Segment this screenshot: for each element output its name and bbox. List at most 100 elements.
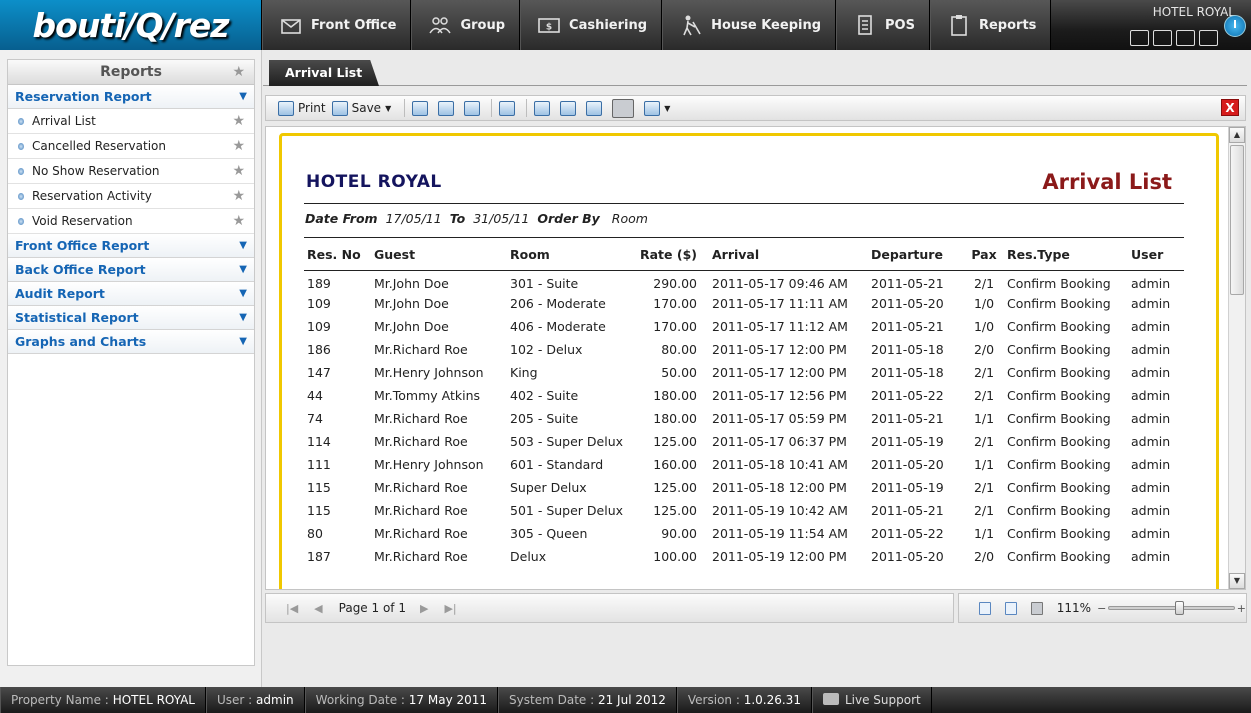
table-cell: 2/1 bbox=[973, 275, 995, 291]
table-cell: 115 bbox=[307, 480, 331, 495]
sidebar-item-cancelled-reservation[interactable]: Cancelled Reservation ★ bbox=[8, 134, 254, 159]
pos-icon bbox=[858, 15, 872, 35]
nav-reports[interactable]: Reports bbox=[929, 0, 1052, 50]
left-pane: Reports ★ Reservation Report ▼ Arrival Lis… bbox=[0, 50, 262, 687]
zoom-slider-knob[interactable] bbox=[1174, 601, 1184, 615]
view-single-icon[interactable] bbox=[534, 100, 551, 116]
table-cell: 2011-05-18 bbox=[871, 365, 944, 380]
table-cell: 44 bbox=[307, 388, 323, 403]
sidebar-item-label: Arrival List bbox=[32, 114, 96, 128]
table-cell: 109 bbox=[307, 319, 331, 334]
scroll-up-icon[interactable]: ▲ bbox=[1229, 127, 1245, 143]
nav-group[interactable]: Group bbox=[411, 0, 521, 50]
print-button[interactable]: Print bbox=[278, 100, 326, 116]
vertical-scrollbar[interactable]: ▲ ▼ bbox=[1228, 127, 1245, 589]
tab-arrival-list[interactable]: Arrival List bbox=[269, 60, 379, 86]
reports-title: Reports bbox=[100, 64, 162, 80]
table-cell: 2011-05-21 bbox=[871, 275, 944, 291]
star-icon[interactable]: ★ bbox=[232, 184, 245, 208]
zoom-level: 111% bbox=[1056, 601, 1092, 615]
column-header: Rate ($) bbox=[629, 240, 709, 271]
dashboard-icon[interactable] bbox=[1176, 30, 1195, 46]
table-cell: 111 bbox=[307, 457, 331, 472]
category-audit-report[interactable]: Audit Report ▼ bbox=[8, 282, 254, 306]
grid-icon[interactable] bbox=[1199, 30, 1218, 46]
export-icon[interactable] bbox=[560, 100, 577, 116]
next-page-icon[interactable]: ▶ bbox=[420, 602, 428, 615]
sidebar-item-void-reservation[interactable]: Void Reservation ★ bbox=[8, 209, 254, 234]
columns-icon[interactable] bbox=[464, 100, 481, 116]
cashiering-icon: $ bbox=[538, 18, 560, 33]
table-cell: 2011-05-18 12:00 PM bbox=[712, 480, 847, 495]
status-property-value: HOTEL ROYAL bbox=[112, 693, 195, 707]
chevron-down-icon: ▼ bbox=[239, 91, 247, 102]
table-cell: 102 - Delux bbox=[510, 342, 583, 357]
layout-icon[interactable] bbox=[612, 98, 635, 118]
live-support-link[interactable]: Live Support bbox=[811, 687, 932, 713]
table-cell: Mr.Richard Roe bbox=[374, 526, 468, 541]
category-graphs-and-charts[interactable]: Graphs and Charts ▼ bbox=[8, 330, 254, 354]
zoom-grid-icon[interactable] bbox=[644, 100, 661, 116]
status-property-label: Property Name : bbox=[11, 693, 109, 707]
table-cell: 501 - Super Delux bbox=[510, 503, 624, 518]
app-logo[interactable]: bouti/Q/rez bbox=[0, 0, 262, 50]
category-back-office-report[interactable]: Back Office Report ▼ bbox=[8, 258, 254, 282]
prev-page-icon[interactable]: ◀ bbox=[314, 602, 322, 615]
last-page-icon[interactable]: ▶| bbox=[444, 602, 456, 615]
toolbar-separator bbox=[526, 99, 528, 117]
table-cell: admin bbox=[1131, 526, 1171, 541]
page-setup-icon[interactable] bbox=[412, 100, 429, 116]
table-cell: 114 bbox=[307, 434, 331, 449]
zoom-slider[interactable] bbox=[1108, 601, 1235, 615]
reports-header: Reports ★ bbox=[8, 60, 254, 85]
sidebar-item-reservation-activity[interactable]: Reservation Activity ★ bbox=[8, 184, 254, 209]
power-icon[interactable] bbox=[1224, 15, 1246, 37]
nav-label: Cashiering bbox=[569, 17, 648, 33]
table-cell: Mr.Richard Roe bbox=[374, 434, 468, 449]
close-button[interactable]: X bbox=[1221, 99, 1239, 116]
nav-label: House Keeping bbox=[711, 17, 822, 33]
table-cell: 170.00 bbox=[653, 319, 697, 334]
table-cell: 50.00 bbox=[661, 365, 697, 380]
chevron-down-icon[interactable]: ▼ bbox=[664, 104, 670, 113]
star-icon[interactable]: ★ bbox=[232, 60, 245, 84]
table-cell: 290.00 bbox=[653, 275, 697, 291]
zoom-in-icon[interactable]: + bbox=[1237, 602, 1246, 615]
category-front-office-report[interactable]: Front Office Report ▼ bbox=[8, 234, 254, 258]
category-statistical-report[interactable]: Statistical Report ▼ bbox=[8, 306, 254, 330]
star-icon[interactable]: ★ bbox=[232, 134, 245, 158]
table-cell: 180.00 bbox=[653, 411, 697, 426]
eye-icon[interactable] bbox=[1153, 30, 1172, 46]
table-cell: 2011-05-19 11:54 AM bbox=[712, 526, 848, 541]
scroll-thumb[interactable] bbox=[1230, 145, 1244, 295]
page-width-icon[interactable] bbox=[1004, 601, 1017, 615]
pdf-icon[interactable] bbox=[586, 100, 603, 116]
nav-pos[interactable]: POS bbox=[836, 0, 930, 50]
nav-cashiering[interactable]: $ Cashiering bbox=[520, 0, 663, 50]
table-cell: Confirm Booking bbox=[1007, 526, 1111, 541]
category-reservation-report[interactable]: Reservation Report ▼ bbox=[8, 85, 254, 109]
find-icon[interactable] bbox=[499, 100, 516, 116]
zoom-out-icon[interactable]: − bbox=[1097, 602, 1106, 615]
single-page-icon[interactable] bbox=[979, 601, 991, 615]
star-icon[interactable]: ★ bbox=[232, 159, 245, 183]
multi-page-icon[interactable] bbox=[1030, 601, 1043, 615]
column-header: Res. No bbox=[304, 240, 371, 271]
sidebar-item-arrival-list[interactable]: Arrival List ★ bbox=[8, 109, 254, 134]
scroll-down-icon[interactable]: ▼ bbox=[1229, 573, 1245, 589]
table-cell: Delux bbox=[510, 549, 547, 564]
table-header-row: Res. No Guest Room Rate ($) Arrival Departure… bbox=[304, 240, 1184, 271]
save-button[interactable]: Save ▼ bbox=[331, 100, 391, 116]
table-cell: 2011-05-19 bbox=[871, 434, 944, 449]
sidebar-item-no-show-reservation[interactable]: No Show Reservation ★ bbox=[8, 159, 254, 184]
star-icon[interactable]: ★ bbox=[232, 209, 245, 233]
reports-icon bbox=[951, 15, 967, 36]
page-info: Page 1 of 1 bbox=[338, 601, 406, 615]
monitor-icon[interactable] bbox=[1130, 30, 1149, 46]
nav-front-office[interactable]: Front Office bbox=[262, 0, 412, 50]
star-icon[interactable]: ★ bbox=[232, 109, 245, 133]
first-page-icon[interactable]: |◀ bbox=[286, 602, 298, 615]
nav-house-keeping[interactable]: House Keeping bbox=[662, 0, 837, 50]
help-icon[interactable] bbox=[438, 100, 455, 116]
status-system-date-value: 21 Jul 2012 bbox=[597, 693, 666, 707]
